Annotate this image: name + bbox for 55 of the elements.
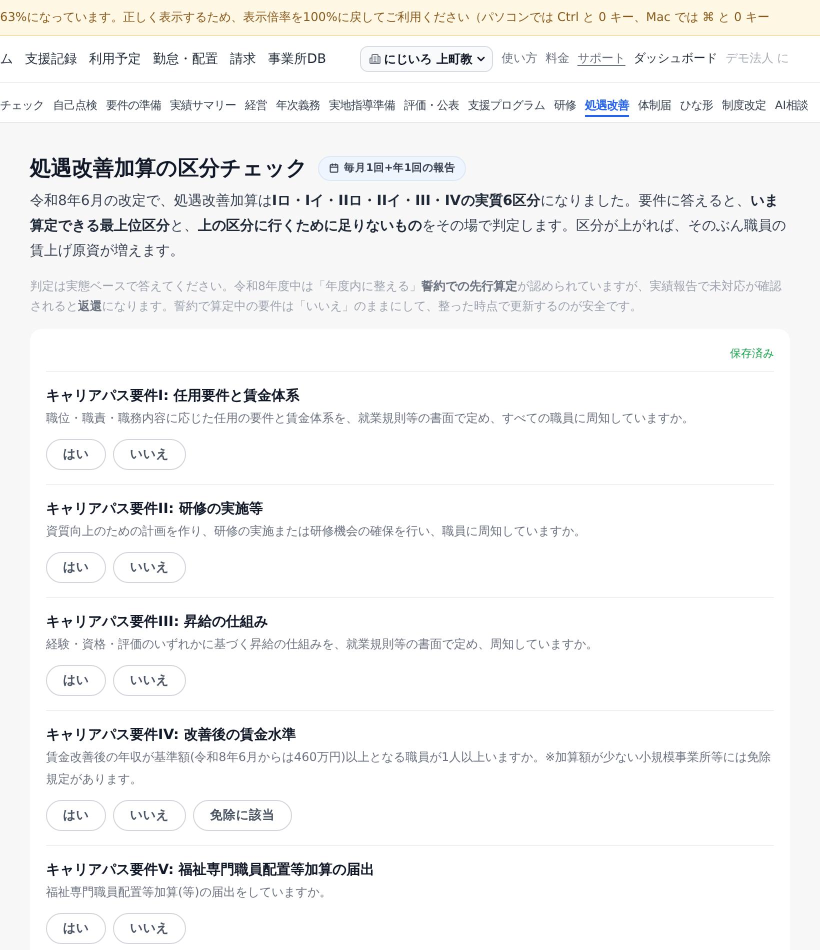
nav-link[interactable]: 請求 — [230, 50, 256, 68]
sub-nav-tab[interactable]: 要件の準備 — [106, 92, 161, 116]
sub-nav-tab[interactable]: ひな形 — [680, 92, 713, 116]
header-link[interactable]: サポート — [577, 51, 626, 67]
nav-link[interactable]: 支援記録 — [25, 50, 77, 68]
question-title: キャリアパス要件II: 研修の実施等 — [46, 500, 264, 519]
answer-button[interactable]: はい — [46, 913, 106, 944]
note-paragraph: 判定は実態ベースで答えてください。令和8年度中は「年度内に整える」誓約での先行算定が認められていますが、実績報告で未対応が確認されると返還になります。誓約で算定中の要件は「いいえ」のままにして、整った時点で更新するのが安全です。 — [30, 278, 783, 315]
building-icon — [369, 53, 382, 65]
header-link[interactable]: ダッシュボード — [633, 51, 718, 67]
answer-button[interactable]: はい — [46, 665, 106, 696]
nav-link[interactable]: 勤怠・配置 — [153, 50, 218, 68]
answer-button[interactable]: いいえ — [113, 800, 186, 831]
save-status: 保存済み — [730, 346, 774, 361]
sub-nav-tab[interactable]: 研修 — [554, 92, 576, 116]
answer-button[interactable]: 免除に該当 — [193, 800, 292, 831]
question-text: 経験・資格・評価のいずれかに基づく昇給の仕組みを、就業規則等の書面で定め、周知していますか。 — [46, 636, 599, 653]
question-title: キャリアパス要件IV: 改善後の賃金水準 — [46, 726, 297, 745]
question-text: 職位・職責・職務内容に応じた任用の要件と賃金体系を、就業規則等の書面で定め、すべての職員に周知していますか。 — [46, 410, 695, 427]
page-title: 処遇改善加算の区分チェック — [30, 155, 308, 182]
office-select[interactable]: にじいろ 上町教 — [360, 46, 494, 72]
question-text: 賃金改善後の年収が基準額(令和8年6月からは460万円)以上となる職員が1人以上いますか。※加算額が少ない小規模事業所等には免除規定があります。 — [46, 749, 772, 788]
header-link[interactable]: 使い方 — [501, 51, 538, 67]
question-text: 資質向上のための計画を作り、研修の実施または研修機会の確保を行い、職員に周知していますか。 — [46, 523, 587, 540]
answer-button[interactable]: いいえ — [113, 913, 186, 944]
answer-button[interactable]: いいえ — [113, 439, 186, 470]
sub-nav-tab[interactable]: 支援プログラム — [468, 92, 545, 116]
nav-link[interactable]: ム — [0, 50, 13, 68]
intro-paragraph: 令和8年6月の改定で、処遇改善加算はIロ・Iイ・IIロ・IIイ・III・IVの実質6区分になりました。要件に答えると、いま算定できる最上位区分と、上の区分に行くために足りないものをその場で判定します。区分が上がれば、そのぶん職員の賃上げ原資が増えます。 — [30, 192, 787, 261]
sub-nav-tab[interactable]: 処遇改善 — [585, 92, 629, 116]
answer-button[interactable]: はい — [46, 552, 106, 583]
header-link[interactable]: 料金 — [545, 51, 570, 67]
question-title: キャリアパス要件III: 昇給の仕組み — [46, 613, 270, 632]
sub-nav-tab[interactable]: 実績サマリー — [170, 92, 236, 116]
nav-link[interactable]: 利用予定 — [89, 50, 141, 68]
nav-link[interactable]: 事業所DB — [268, 50, 326, 68]
zoom-warning-text: 63%になっています。正しく表示するため、表示倍率を100%に戻してご利用ください（パソコンでは Ctrl と 0 キー、Mac では ⌘ と 0 キー — [0, 9, 770, 26]
sub-nav-tab[interactable]: 経営 — [245, 92, 267, 116]
answer-button[interactable]: はい — [46, 439, 106, 470]
sub-nav-tab[interactable]: 体制届 — [638, 92, 671, 116]
question-text: 福祉専門職員配置等加算(等)の届出をしていますか。 — [46, 884, 332, 901]
question-title: キャリアパス要件I: 任用要件と賃金体系 — [46, 387, 301, 406]
sub-nav-tab[interactable]: 自己点検 — [53, 92, 97, 116]
sub-nav-tab[interactable]: AI相談 — [775, 92, 808, 116]
calendar-icon — [329, 163, 339, 173]
sub-nav-tab[interactable]: 評価・公表 — [404, 92, 459, 116]
question-title: キャリアパス要件V: 福祉専門職員配置等加算の届出 — [46, 861, 376, 880]
answer-button[interactable]: いいえ — [113, 665, 186, 696]
sub-nav-tab[interactable]: 制度改定 — [722, 92, 766, 116]
answer-button[interactable]: はい — [46, 800, 106, 831]
sub-nav-tab[interactable]: 年次義務 — [276, 92, 320, 116]
sub-nav-tab[interactable]: チェック — [0, 92, 44, 116]
answer-button[interactable]: いいえ — [113, 552, 186, 583]
report-frequency-badge: 毎月1回+年1回の報告 — [318, 156, 466, 180]
sub-nav-tab[interactable]: 実地指導準備 — [329, 92, 395, 116]
